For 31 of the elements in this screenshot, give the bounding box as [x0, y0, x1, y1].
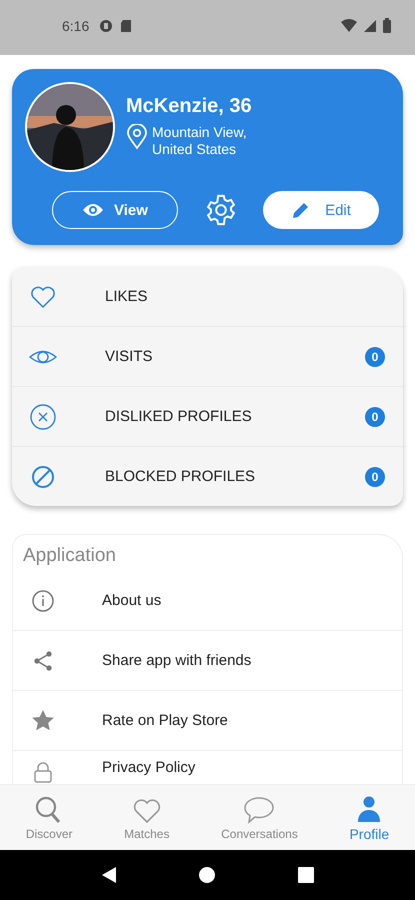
edit-button[interactable]: Edit	[263, 191, 379, 229]
wifi-icon	[341, 18, 357, 32]
menu-item[interactable]: About us	[13, 571, 402, 630]
nav-tab[interactable]: Profile	[349, 794, 390, 842]
star-icon	[30, 708, 56, 734]
profile-name: McKenzie, 36	[126, 95, 252, 118]
section-title: Application	[22, 544, 117, 568]
stats-list-item[interactable]: BLOCKED PROFILES 0	[12, 446, 403, 506]
notification-icon	[99, 18, 114, 32]
count-badge: 0	[365, 466, 385, 486]
menu-item[interactable]: Share app with friends	[13, 630, 402, 690]
stats-list-item[interactable]: VISITS 0	[12, 326, 403, 386]
location-pin-icon	[126, 124, 148, 150]
stats-list-item[interactable]: DISLIKED PROFILES 0	[12, 386, 403, 446]
home-icon[interactable]	[198, 866, 216, 884]
count-badge: 0	[365, 346, 385, 366]
speech-bubble-icon	[242, 794, 276, 824]
clock-text: 6:16	[62, 18, 90, 34]
back-icon[interactable]	[100, 865, 118, 885]
signal-icon	[364, 18, 376, 32]
eye-icon	[82, 202, 104, 218]
count-badge: 0	[365, 406, 385, 426]
info-icon	[30, 588, 56, 614]
location-text: Mountain View, United States	[152, 124, 247, 158]
stats-list-item[interactable]: LIKES	[12, 267, 403, 326]
battery-icon	[383, 18, 391, 33]
view-button[interactable]: View	[52, 191, 178, 229]
recents-icon[interactable]	[296, 866, 315, 884]
sd-card-icon	[120, 18, 132, 32]
menu-item[interactable]: Rate on Play Store	[13, 690, 402, 750]
cancel-icon	[28, 402, 58, 432]
